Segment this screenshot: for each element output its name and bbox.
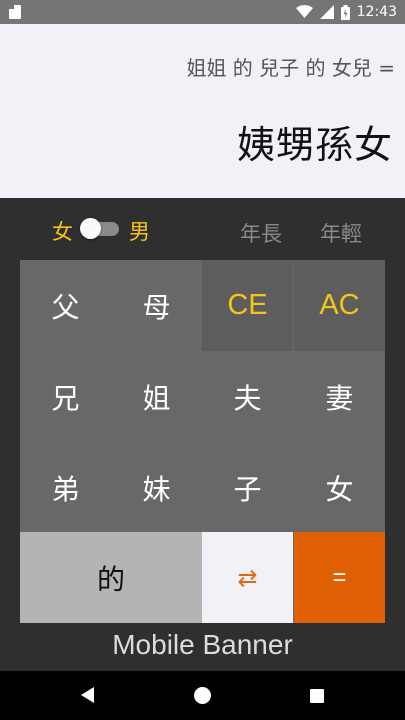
status-icons: 12:43 [295, 0, 397, 24]
of-button[interactable]: 的 [20, 532, 202, 623]
swap-button[interactable]: ⇄ [202, 532, 293, 623]
key-wife[interactable]: 妻 [294, 351, 385, 442]
clear-entry-button[interactable]: CE [202, 260, 293, 351]
key-younger-sister[interactable]: 妹 [111, 442, 202, 533]
key-younger-brother[interactable]: 弟 [20, 442, 111, 533]
mobile-banner[interactable]: Mobile Banner [0, 623, 405, 671]
key-daughter[interactable]: 女 [294, 442, 385, 533]
age-older-button[interactable]: 年長 [240, 218, 282, 248]
gender-female-label[interactable]: 女 [52, 216, 73, 246]
gender-toggle[interactable] [80, 218, 119, 239]
status-bar: 12:43 [0, 0, 405, 24]
battery-icon [340, 4, 350, 20]
key-mother[interactable]: 母 [111, 260, 202, 351]
display-panel: 姐姐 的 兒子 的 女兒 = 姨甥孫女 [0, 24, 405, 198]
key-husband[interactable]: 夫 [202, 351, 293, 442]
key-son[interactable]: 子 [202, 442, 293, 533]
back-icon[interactable] [81, 687, 94, 703]
wifi-icon [295, 5, 313, 18]
expression-text: 姐姐 的 兒子 的 女兒 = [186, 56, 395, 80]
options-bar: 女 男 年長 年輕 [0, 198, 405, 260]
key-older-sister[interactable]: 姐 [111, 351, 202, 442]
key-older-brother[interactable]: 兄 [20, 351, 111, 442]
signal-icon [319, 5, 334, 19]
equals-button[interactable]: = [294, 532, 385, 623]
toggle-knob [80, 218, 101, 239]
status-time: 12:43 [356, 4, 397, 20]
key-father[interactable]: 父 [20, 260, 111, 351]
home-icon[interactable] [194, 687, 211, 704]
age-younger-button[interactable]: 年輕 [320, 218, 362, 248]
keypad: 父 母 CE AC 兄 姐 夫 妻 弟 妹 子 女 的 ⇄ = [20, 260, 385, 623]
gender-male-label[interactable]: 男 [129, 216, 150, 246]
navigation-bar [0, 671, 405, 720]
result-text: 姨甥孫女 [236, 123, 393, 167]
sd-card-icon [9, 5, 21, 19]
recent-apps-icon[interactable] [310, 689, 324, 703]
all-clear-button[interactable]: AC [294, 260, 385, 351]
